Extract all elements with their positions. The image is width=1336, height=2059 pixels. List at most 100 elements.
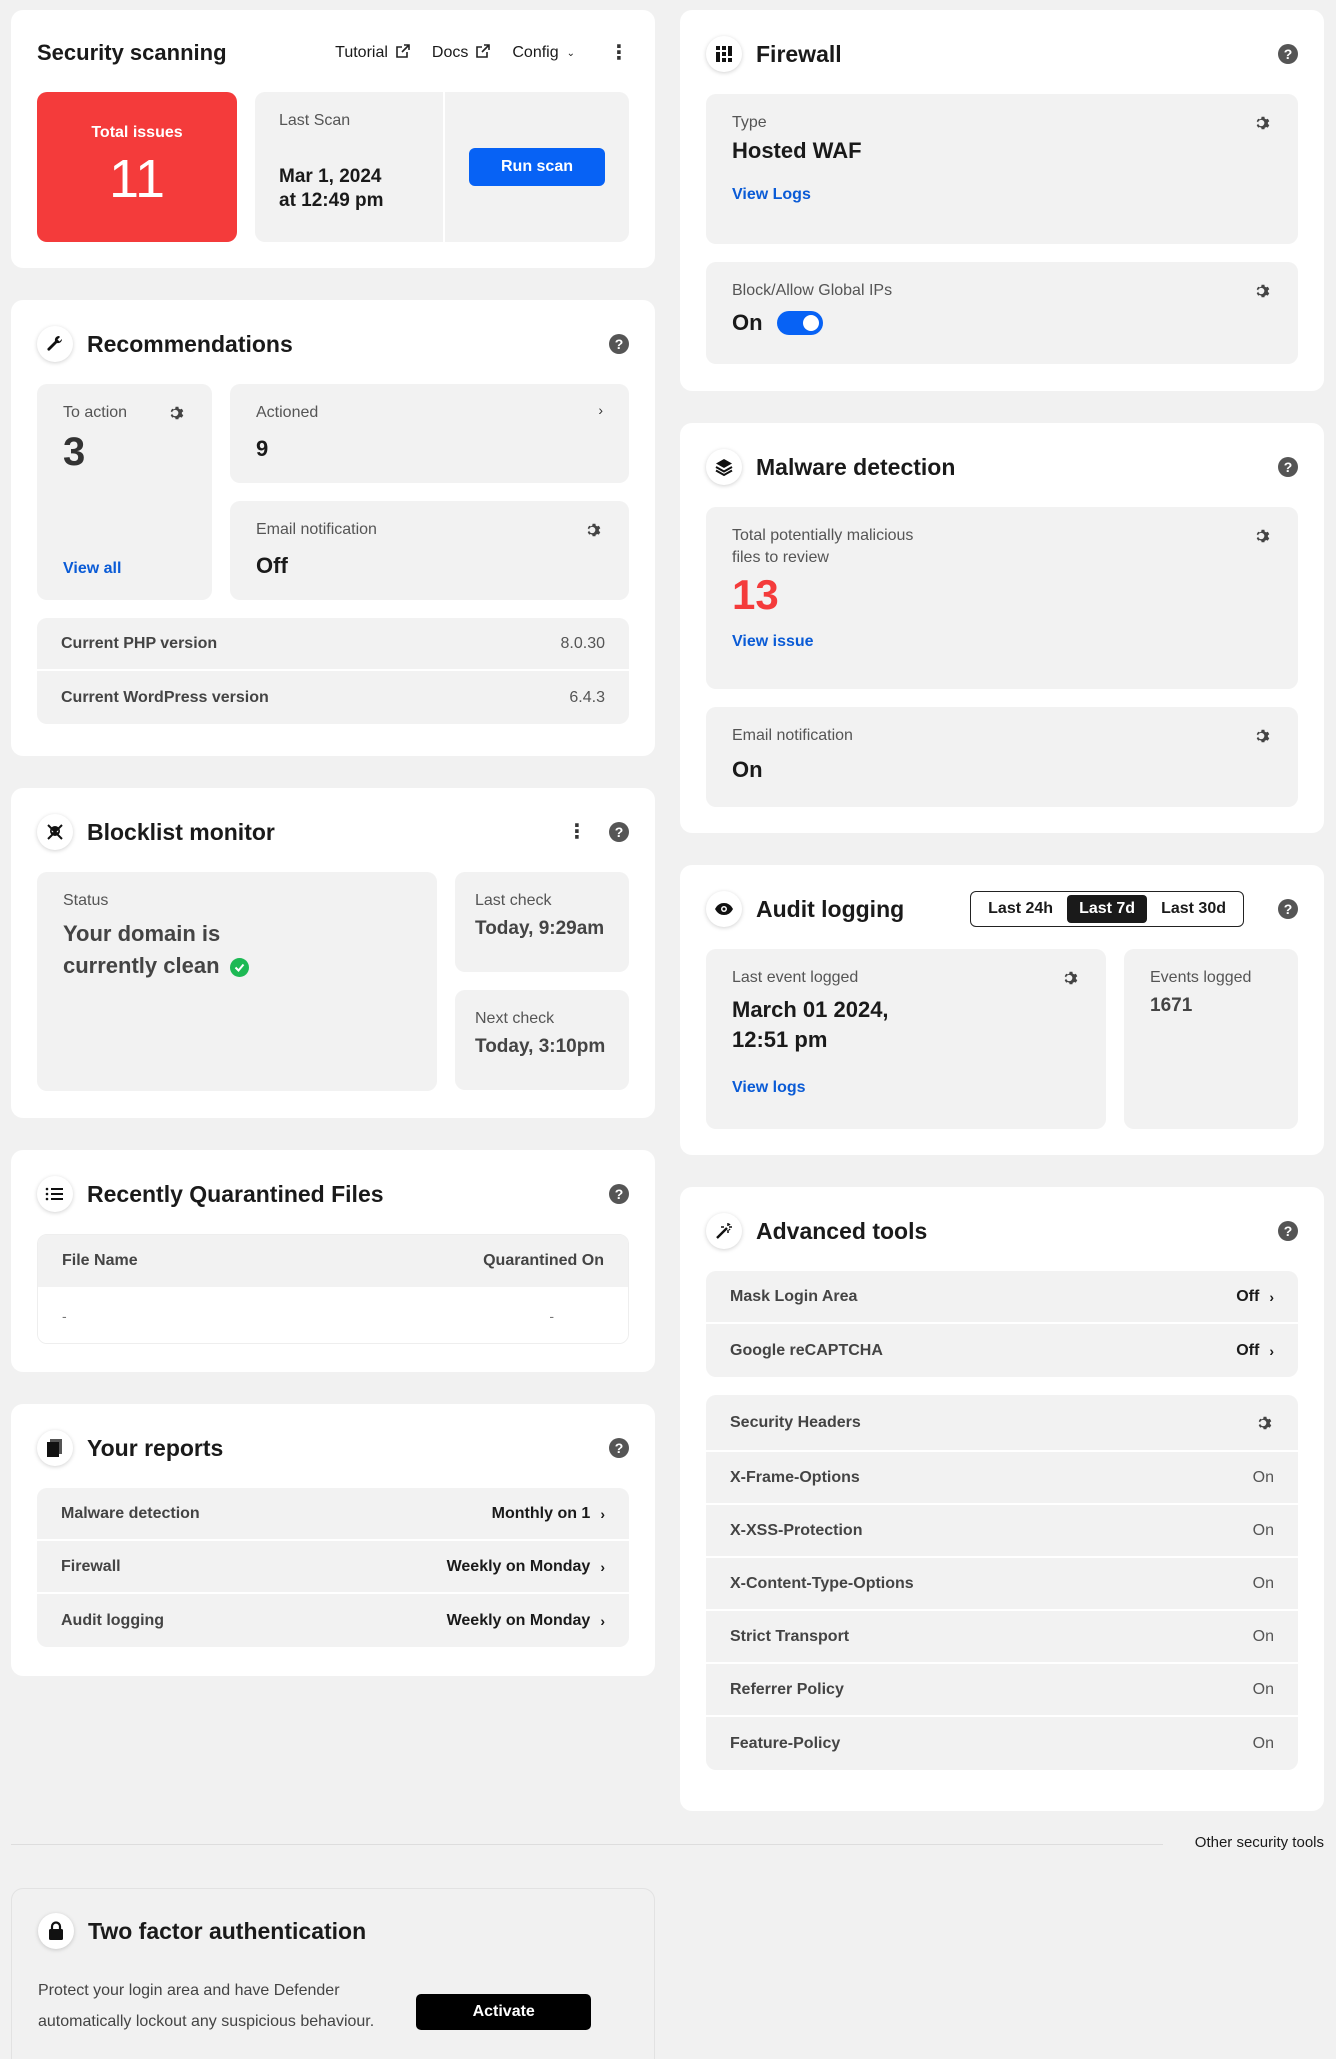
reports-icon xyxy=(37,1430,73,1466)
gear-icon[interactable] xyxy=(585,521,603,539)
your-reports-card: Your reports ? Malware detection Monthly… xyxy=(11,1404,655,1676)
skull-icon xyxy=(37,814,73,850)
activate-button[interactable]: Activate xyxy=(416,1994,592,2030)
range-30d-button[interactable]: Last 30d xyxy=(1147,895,1240,923)
card-title: Audit logging xyxy=(756,895,905,922)
help-icon[interactable]: ? xyxy=(1278,44,1298,64)
kebab-menu-icon[interactable]: ⋮ xyxy=(609,43,629,63)
table-row: - - xyxy=(38,1289,628,1343)
help-icon[interactable]: ? xyxy=(1278,899,1298,919)
view-logs-link[interactable]: View Logs xyxy=(732,186,1272,204)
list-item: Current WordPress version 6.4.3 xyxy=(37,671,629,724)
list-icon xyxy=(37,1176,73,1212)
gear-icon[interactable] xyxy=(1254,527,1272,545)
last-scan-date: Mar 1, 2024 xyxy=(279,166,382,187)
gear-icon[interactable] xyxy=(168,404,186,422)
next-check-label: Next check xyxy=(475,1010,555,1027)
total-issues-tile: Total issues 11 xyxy=(37,92,237,242)
right-column: Firewall ? Type Hosted WAF View Logs Blo… xyxy=(680,10,1324,1843)
status-label: Status xyxy=(63,892,109,909)
quarantined-files-card: Recently Quarantined Files ? File Name Q… xyxy=(11,1150,655,1372)
chevron-right-icon: › xyxy=(600,1505,605,1522)
email-notification-value: Off xyxy=(256,553,288,578)
check-circle-icon xyxy=(229,957,249,977)
firewall-card: Firewall ? Type Hosted WAF View Logs Blo… xyxy=(680,10,1324,391)
blocklist-monitor-card: Blocklist monitor ⋮ ? Status Your domain… xyxy=(11,788,655,1118)
two-factor-desc-1: Protect your login area and have Defende… xyxy=(38,1982,340,1999)
card-title: Recommendations xyxy=(87,330,293,357)
card-title: Recently Quarantined Files xyxy=(87,1180,384,1207)
last-check-tile: Last check Today, 9:29am xyxy=(455,872,629,972)
last-scan-tile: Last Scan Mar 1, 2024 at 12:49 pm Run sc… xyxy=(255,92,629,242)
tool-row-mask-login[interactable]: Mask Login Area Off › xyxy=(706,1271,1298,1324)
list-item: Current PHP version 8.0.30 xyxy=(37,618,629,671)
report-row-malware[interactable]: Malware detection Monthly on 1 › xyxy=(37,1488,629,1541)
chevron-down-icon: ⌄ xyxy=(566,47,575,59)
tool-row-recaptcha[interactable]: Google reCAPTCHA Off › xyxy=(706,1324,1298,1377)
status-tile: Status Your domain is currently clean xyxy=(37,872,437,1091)
range-24h-button[interactable]: Last 24h xyxy=(974,895,1067,923)
actioned-value: 9 xyxy=(256,436,269,461)
gear-icon[interactable] xyxy=(1254,282,1272,300)
card-title: Two factor authentication xyxy=(88,1917,367,1944)
malicious-label-1: Total potentially malicious xyxy=(732,527,914,544)
last-check-label: Last check xyxy=(475,892,552,909)
last-event-tile: Last event logged March 01 2024, 12:51 p… xyxy=(706,949,1106,1129)
security-headers-header: Security Headers xyxy=(706,1395,1298,1452)
firewall-type-tile: Type Hosted WAF View Logs xyxy=(706,94,1298,244)
help-icon[interactable]: ? xyxy=(609,822,629,842)
view-issue-link[interactable]: View issue xyxy=(732,633,1272,651)
gear-icon[interactable] xyxy=(1256,1414,1274,1432)
card-title: Security scanning xyxy=(37,40,227,65)
type-value: Hosted WAF xyxy=(732,138,862,163)
help-icon[interactable]: ? xyxy=(1278,1221,1298,1241)
left-column: Security scanning Tutorial Docs Config ⌄… xyxy=(11,10,655,1708)
version-list: Current PHP version 8.0.30 Current WordP… xyxy=(37,618,629,724)
malicious-value: 13 xyxy=(732,571,779,618)
eye-icon xyxy=(706,891,742,927)
help-icon[interactable]: ? xyxy=(1278,457,1298,477)
quarantine-table: File Name Quarantined On - - xyxy=(37,1234,629,1344)
external-link-icon xyxy=(476,43,491,63)
report-row-firewall[interactable]: Firewall Weekly on Monday › xyxy=(37,1541,629,1594)
actioned-tile[interactable]: Actioned › 9 xyxy=(230,384,629,483)
help-icon[interactable]: ? xyxy=(609,1184,629,1204)
status-value: Your domain is currently clean xyxy=(63,921,221,978)
gear-icon[interactable] xyxy=(1254,114,1272,132)
advanced-tools-card: Advanced tools ? Mask Login Area Off › G… xyxy=(680,1187,1324,1811)
to-action-value: 3 xyxy=(63,430,86,474)
firewall-icon xyxy=(706,36,742,72)
chevron-right-icon: › xyxy=(1269,1288,1274,1305)
gear-icon[interactable] xyxy=(1254,727,1272,745)
header-row: X-XSS-Protection On xyxy=(706,1505,1298,1558)
malicious-label-2: files to review xyxy=(732,549,829,566)
other-tools-divider xyxy=(11,1844,1163,1845)
magic-wand-icon xyxy=(706,1213,742,1249)
last-event-label: Last event logged xyxy=(732,969,859,986)
layers-icon xyxy=(706,449,742,485)
run-scan-button[interactable]: Run scan xyxy=(469,148,605,186)
last-event-time: 12:51 pm xyxy=(732,1027,828,1052)
gear-icon[interactable] xyxy=(1062,969,1080,987)
header-row: Strict Transport On xyxy=(706,1611,1298,1664)
view-logs-link[interactable]: View logs xyxy=(732,1079,1080,1097)
card-title: Advanced tools xyxy=(756,1217,928,1244)
config-dropdown[interactable]: Config ⌄ xyxy=(512,44,575,62)
tutorial-link[interactable]: Tutorial xyxy=(335,43,410,63)
view-all-link[interactable]: View all xyxy=(63,560,121,578)
range-selector: Last 24h Last 7d Last 30d xyxy=(970,891,1244,927)
email-notification-tile: Email notification Off xyxy=(230,501,629,600)
range-7d-button[interactable]: Last 7d xyxy=(1067,895,1148,923)
col-quarantined-on: Quarantined On xyxy=(483,1252,604,1269)
help-icon[interactable]: ? xyxy=(609,1438,629,1458)
recommendations-card: Recommendations ? To action 3 View all A… xyxy=(11,300,655,756)
events-logged-value: 1671 xyxy=(1150,995,1193,1016)
kebab-menu-icon[interactable]: ⋮ xyxy=(567,822,587,842)
audit-logging-card: Audit logging Last 24h Last 7d Last 30d … xyxy=(680,865,1324,1155)
report-row-audit[interactable]: Audit logging Weekly on Monday › xyxy=(37,1594,629,1647)
help-icon[interactable]: ? xyxy=(609,334,629,354)
chevron-right-icon: › xyxy=(598,402,603,418)
docs-link[interactable]: Docs xyxy=(432,43,491,63)
last-scan-time: at 12:49 pm xyxy=(279,190,384,211)
global-ips-toggle[interactable] xyxy=(776,311,823,335)
